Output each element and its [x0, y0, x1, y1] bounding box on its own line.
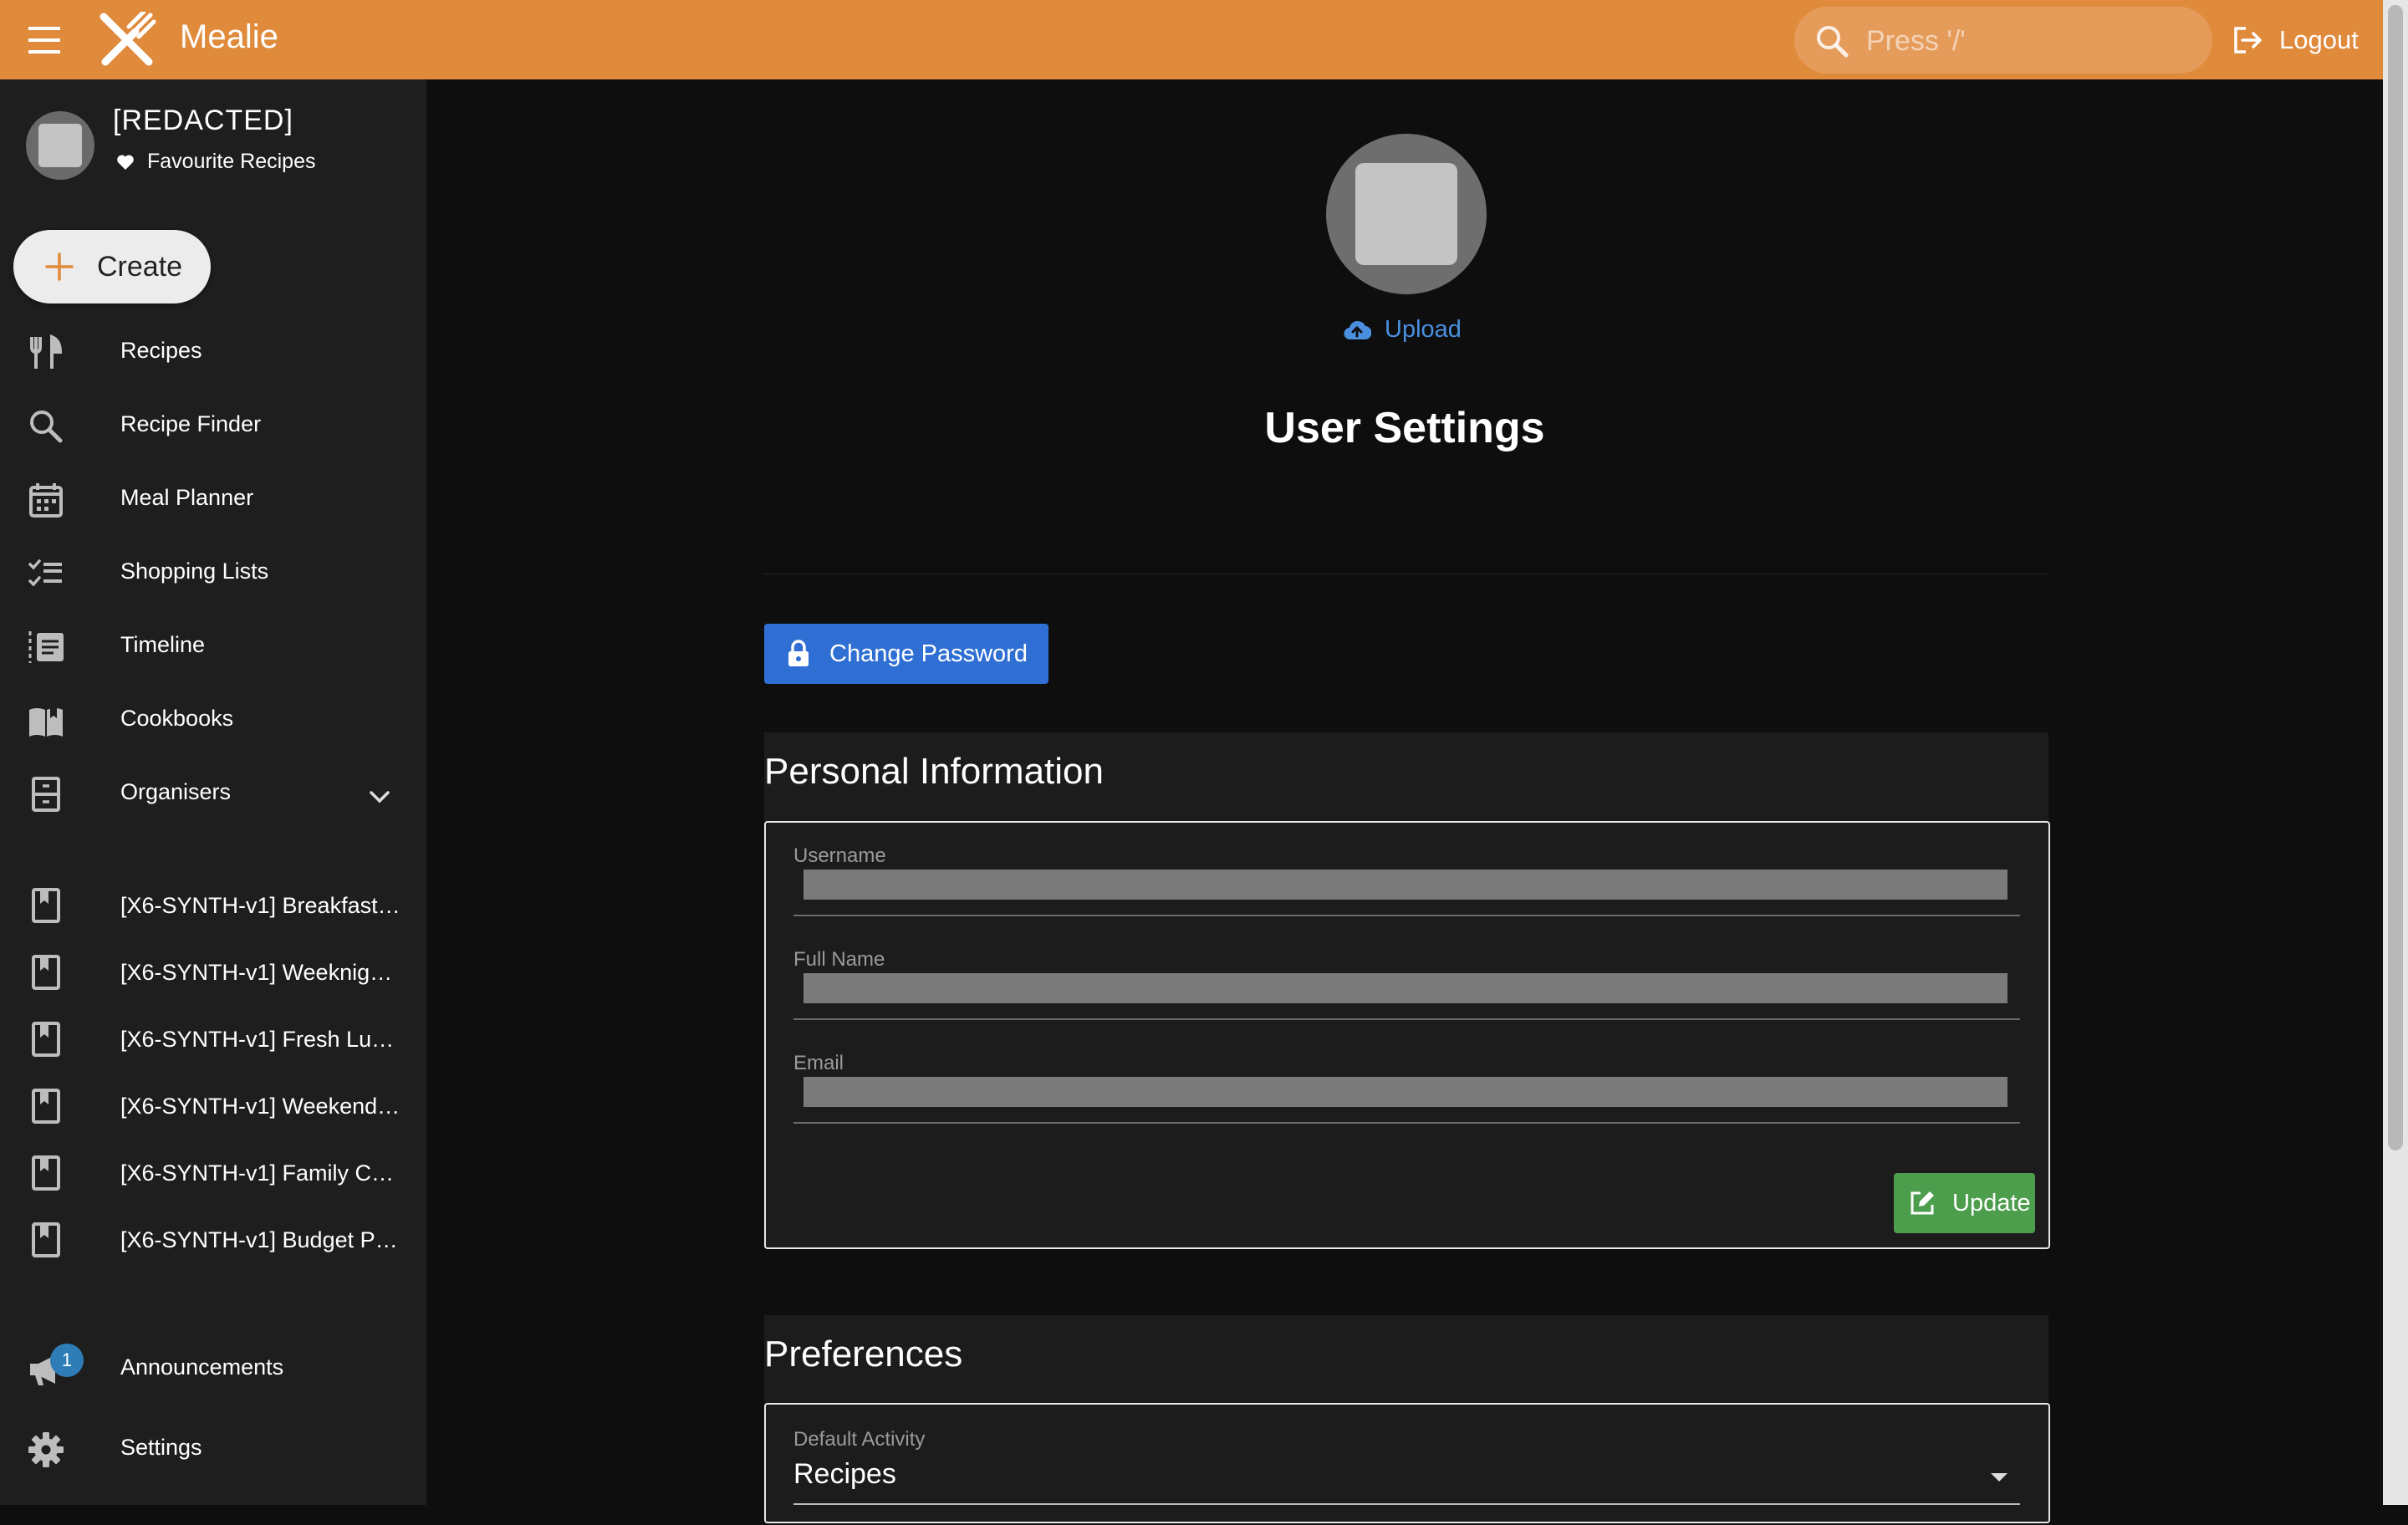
- bookmark-book-icon: [28, 1222, 64, 1258]
- sidebar-item-shopping-lists[interactable]: Shopping Lists: [0, 538, 426, 608]
- timeline-icon: [27, 628, 65, 666]
- sidebar-item-cookbooks[interactable]: Cookbooks: [0, 685, 426, 755]
- sidebar-item-label: Settings: [120, 1435, 202, 1460]
- default-activity-value: Recipes: [793, 1458, 896, 1490]
- sidebar: [REDACTED] Favourite Recipes Create Reci…: [0, 79, 426, 1505]
- bookmark-book-icon: [28, 1021, 64, 1058]
- update-button[interactable]: Update: [1894, 1173, 2035, 1233]
- announcements-badge: 1: [50, 1344, 84, 1377]
- upload-avatar-button[interactable]: Upload: [1343, 316, 1462, 344]
- default-activity-select[interactable]: Default Activity Recipes: [793, 1428, 2020, 1525]
- app-bar: Mealie Logout: [0, 0, 2383, 79]
- chevron-down-icon[interactable]: [363, 780, 396, 814]
- sidebar-cookbook-label: [X6-SYNTH-v1] Budget Pantry Meals: [120, 1227, 400, 1252]
- sidebar-cookbook-item[interactable]: [X6-SYNTH-v1] Weeknight Dinners: [0, 939, 426, 1006]
- app-title[interactable]: Mealie: [180, 18, 278, 56]
- page-scrollbar-thumb[interactable]: [2388, 5, 2403, 1150]
- open-book-icon: [27, 701, 65, 740]
- email-input[interactable]: [804, 1077, 2008, 1107]
- sidebar-cookbook-item[interactable]: [X6-SYNTH-v1] Fresh Lunches: [0, 1006, 426, 1073]
- sidebar-item-announcements[interactable]: 1 Announcements: [0, 1334, 426, 1404]
- sidebar-cookbook-label: [X6-SYNTH-v1] Family Comfort Food: [120, 1160, 400, 1186]
- sidebar-item-label: Cookbooks: [120, 706, 234, 731]
- sidebar-cookbook-label: [X6-SYNTH-v1] Weeknight Dinners: [120, 960, 400, 985]
- menu-icon[interactable]: [25, 22, 67, 59]
- sidebar-item-organisers[interactable]: Organisers: [0, 758, 426, 829]
- username-input[interactable]: [804, 870, 2008, 900]
- sidebar-item-label: Meal Planner: [120, 485, 254, 510]
- update-label: Update: [1952, 1189, 2031, 1216]
- search-bar[interactable]: [1794, 7, 2212, 74]
- sidebar-item-label: Organisers: [120, 779, 232, 804]
- sidebar-cookbook-item[interactable]: [X6-SYNTH-v1] Breakfast Bakes: [0, 872, 426, 939]
- logout-label: Logout: [2279, 25, 2359, 54]
- caret-down-icon: [1989, 1471, 2009, 1483]
- email-label: Email: [793, 1052, 844, 1074]
- search-input[interactable]: [1865, 15, 2194, 67]
- sidebar-cookbook-item[interactable]: [X6-SYNTH-v1] Weekend Brunch: [0, 1073, 426, 1140]
- sidebar-item-label: Announcements: [120, 1354, 284, 1380]
- create-label: Create: [97, 250, 183, 283]
- gear-icon: [27, 1431, 65, 1469]
- lock-icon: [786, 640, 811, 668]
- preferences-header: Preferences: [764, 1315, 2048, 1404]
- heart-icon: [115, 152, 135, 172]
- bookmark-book-icon: [28, 1155, 64, 1191]
- cloud-upload-icon: [1343, 318, 1371, 343]
- favourite-recipes-link[interactable]: Favourite Recipes: [115, 150, 315, 174]
- cabinet-icon: [27, 775, 65, 814]
- sidebar-item-meal-planner[interactable]: Meal Planner: [0, 464, 426, 534]
- create-button[interactable]: Create: [13, 230, 211, 303]
- sidebar-item-label: Timeline: [120, 632, 206, 657]
- preferences-card: Default Activity Recipes: [764, 1403, 2050, 1523]
- favourite-recipes-label: Favourite Recipes: [147, 150, 316, 173]
- sidebar-item-label: Recipes: [120, 338, 202, 363]
- sidebar-item-label: Shopping Lists: [120, 558, 269, 584]
- sidebar-cookbook-label: [X6-SYNTH-v1] Breakfast Bakes: [120, 893, 400, 918]
- bookmark-book-icon: [28, 1088, 64, 1125]
- personal-information-title: Personal Information: [764, 751, 1104, 792]
- mealie-logo-icon[interactable]: [99, 12, 157, 67]
- avatar[interactable]: [26, 111, 94, 180]
- default-activity-label: Default Activity: [793, 1428, 926, 1451]
- sidebar-cookbook-label: [X6-SYNTH-v1] Weekend Brunch: [120, 1094, 400, 1119]
- checklist-icon: [27, 554, 65, 593]
- sidebar-item-recipes[interactable]: Recipes: [0, 317, 426, 387]
- page-title: User Settings: [1264, 404, 1545, 452]
- logout-button[interactable]: Logout: [2231, 22, 2359, 59]
- sidebar-cookbook-item[interactable]: [X6-SYNTH-v1] Budget Pantry Meals: [0, 1206, 426, 1273]
- change-password-label: Change Password: [829, 640, 1028, 667]
- fullname-input[interactable]: [804, 973, 2008, 1003]
- calendar-icon: [27, 481, 65, 519]
- upload-label: Upload: [1385, 316, 1462, 343]
- search-icon: [1814, 23, 1849, 59]
- sidebar-item-timeline[interactable]: Timeline: [0, 611, 426, 681]
- profile-avatar: [1326, 134, 1487, 294]
- username-label: Username: [793, 844, 886, 867]
- preferences-title: Preferences: [764, 1334, 963, 1375]
- edit-icon: [1909, 1190, 1936, 1216]
- fullname-label: Full Name: [793, 948, 885, 971]
- fork-knife-icon: [27, 334, 65, 372]
- sidebar-cookbook-label: [X6-SYNTH-v1] Fresh Lunches: [120, 1027, 400, 1052]
- personal-information-card: Username Full Name Email Update: [764, 821, 2050, 1249]
- plus-icon: [43, 251, 75, 283]
- bookmark-book-icon: [28, 887, 64, 924]
- change-password-button[interactable]: Change Password: [764, 624, 1048, 684]
- sidebar-cookbook-item[interactable]: [X6-SYNTH-v1] Family Comfort Food: [0, 1140, 426, 1206]
- personal-information-header: Personal Information: [764, 732, 2048, 821]
- bookmark-book-icon: [28, 954, 64, 991]
- logout-icon: [2231, 23, 2264, 57]
- user-name: [REDACTED]: [113, 105, 293, 136]
- sidebar-item-settings[interactable]: Settings: [0, 1414, 426, 1484]
